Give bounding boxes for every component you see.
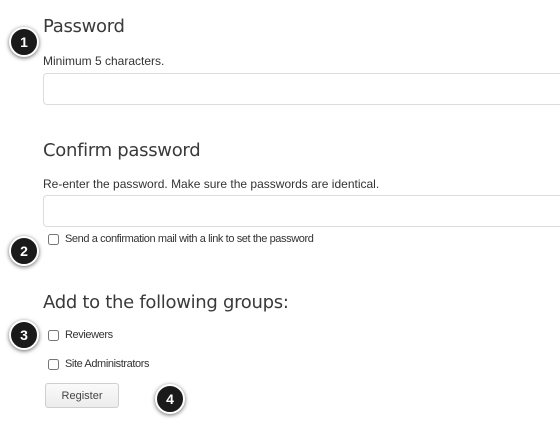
groups-heading: Add to the following groups: (43, 292, 289, 313)
register-button[interactable]: Register (45, 383, 119, 408)
confirm-password-input[interactable] (43, 195, 560, 227)
password-heading: Password (43, 16, 125, 37)
confirm-password-heading: Confirm password (43, 140, 201, 161)
confirm-password-help-text: Re-enter the password. Make sure the pas… (43, 177, 380, 191)
reviewers-label: Reviewers (65, 329, 113, 341)
group-option-reviewers[interactable]: Reviewers (48, 329, 113, 341)
step-marker-2: 2 (9, 236, 39, 266)
site-administrators-checkbox[interactable] (48, 358, 59, 370)
step-marker-3: 3 (9, 320, 39, 350)
group-option-site-administrators[interactable]: Site Administrators (48, 358, 150, 370)
password-help-text: Minimum 5 characters. (43, 54, 165, 68)
reviewers-checkbox[interactable] (48, 329, 59, 341)
send-confirmation-mail-label: Send a confirmation mail with a link to … (65, 233, 314, 245)
password-input[interactable] (43, 73, 560, 105)
site-administrators-label: Site Administrators (65, 358, 150, 370)
step-marker-4: 4 (155, 384, 185, 414)
send-confirmation-mail-option[interactable]: Send a confirmation mail with a link to … (48, 233, 314, 245)
step-marker-1: 1 (9, 27, 39, 57)
send-confirmation-mail-checkbox[interactable] (48, 233, 59, 245)
